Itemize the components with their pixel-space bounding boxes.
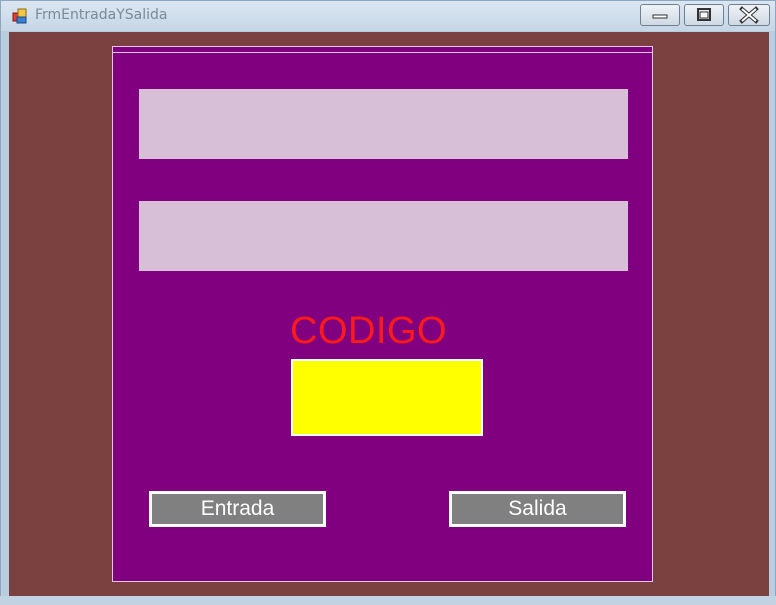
text-field-1[interactable] [139, 89, 628, 159]
minimize-button[interactable] [640, 4, 680, 26]
panel-top-line [113, 52, 652, 53]
title-bar[interactable]: FrmEntradaYSalida [1, 1, 775, 31]
salida-button[interactable]: Salida [449, 491, 626, 527]
entrada-button[interactable]: Entrada [149, 491, 326, 527]
code-label: CODIGO [290, 310, 448, 352]
window-title: FrmEntradaYSalida [35, 7, 168, 23]
maximize-icon [685, 8, 723, 29]
main-panel: CODIGO Entrada Salida [112, 46, 653, 582]
window-bottom-edge [0, 596, 776, 605]
maximize-button[interactable] [684, 4, 724, 26]
minimize-icon [641, 10, 679, 29]
app-window: FrmEntradaYSalida CODIGO Entrada Salida [0, 0, 776, 605]
close-icon [729, 6, 769, 29]
form-client-area: CODIGO Entrada Salida [9, 32, 769, 597]
text-field-2[interactable] [139, 201, 628, 271]
code-input[interactable] [291, 359, 483, 436]
app-icon [12, 8, 28, 24]
close-button[interactable] [728, 4, 770, 26]
